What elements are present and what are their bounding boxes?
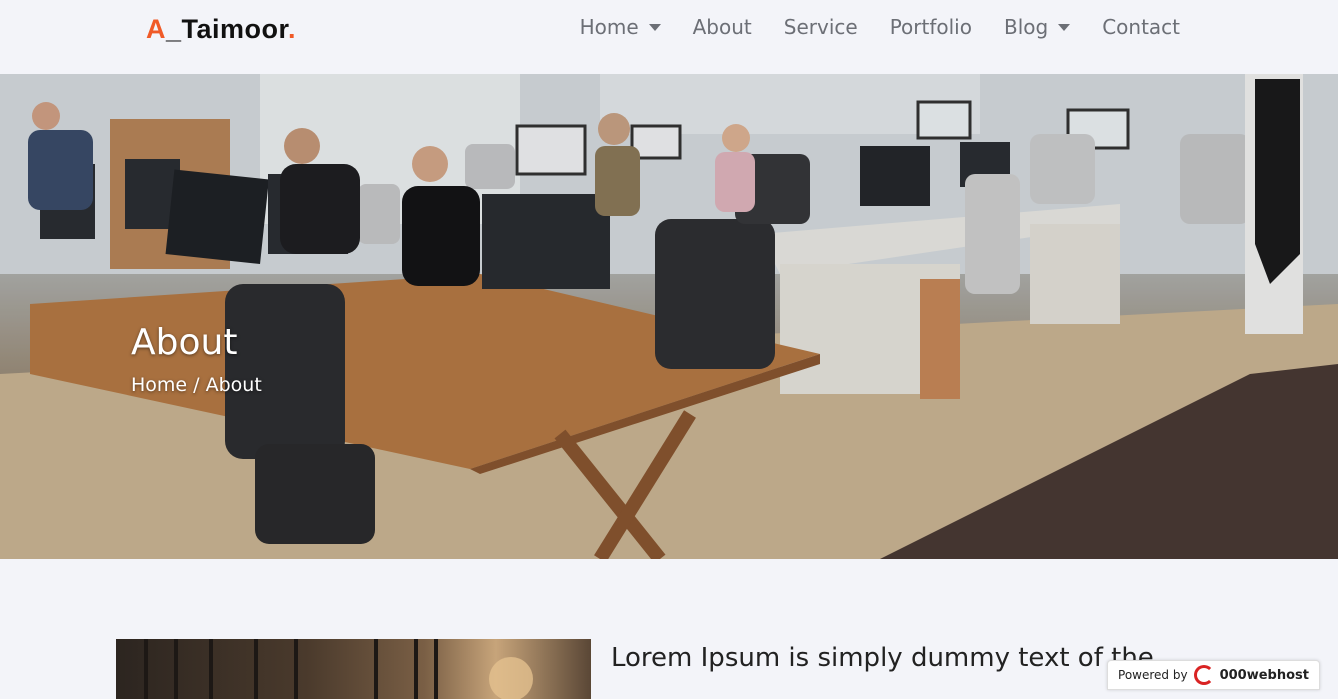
nav-contact-label: Contact	[1102, 15, 1180, 39]
nav-contact[interactable]: Contact	[1086, 13, 1196, 41]
nav-about-label: About	[692, 15, 752, 39]
brand-dot: .	[288, 14, 297, 44]
library-photo	[144, 639, 533, 699]
nav-blog[interactable]: Blog	[988, 13, 1086, 41]
nav-service-label: Service	[783, 15, 858, 39]
chevron-down-icon	[1058, 23, 1071, 31]
nav-home[interactable]: Home	[564, 13, 677, 41]
nav-about[interactable]: About	[677, 13, 768, 41]
navbar: A_Taimoor. Home About Service Portfolio …	[0, 0, 1338, 74]
breadcrumb-home[interactable]: Home	[131, 374, 187, 396]
nav-portfolio[interactable]: Portfolio	[874, 13, 988, 41]
brand-logo[interactable]: A_Taimoor.	[146, 14, 296, 45]
breadcrumb-separator: /	[193, 374, 200, 396]
nav-blog-label: Blog	[1003, 15, 1049, 39]
nav-portfolio-label: Portfolio	[889, 15, 972, 39]
breadcrumb: Home / About	[131, 374, 262, 396]
breadcrumb-current: About	[205, 374, 262, 396]
brand-name: _Taimoor	[166, 14, 289, 44]
main-nav: Home About Service Portfolio Blog Contac…	[564, 13, 1196, 41]
page-title: About	[131, 322, 238, 363]
chevron-down-icon	[648, 23, 661, 31]
office-photo	[0, 74, 1338, 559]
brand-prefix: A	[146, 14, 166, 44]
nav-home-label: Home	[579, 15, 639, 39]
about-heading: Lorem Ipsum is simply dummy text of the	[611, 643, 1154, 673]
about-image	[116, 639, 591, 699]
powered-by-label: Powered by	[1118, 668, 1188, 682]
nav-service[interactable]: Service	[768, 13, 874, 41]
webhost-logo-icon	[1193, 665, 1214, 685]
hero-banner: About Home / About	[0, 74, 1338, 559]
powered-by-brand: 000webhost	[1219, 667, 1309, 683]
